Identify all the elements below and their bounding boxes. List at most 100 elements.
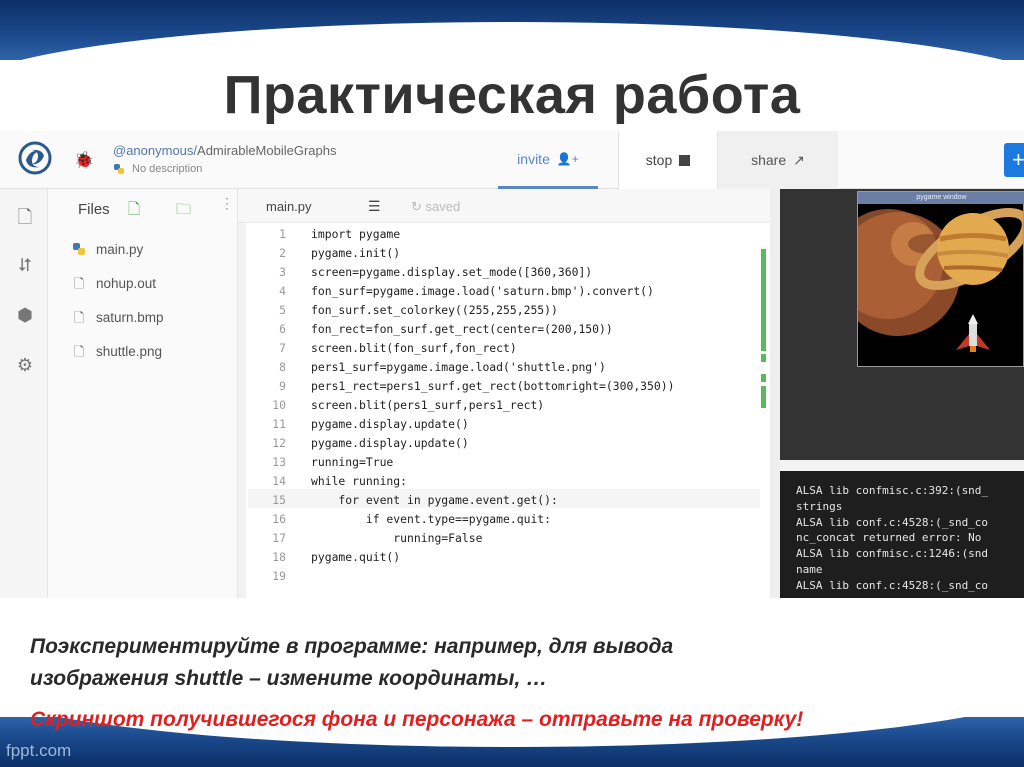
line-number: 6 <box>279 322 286 336</box>
file-item[interactable]: 🗋 nohup.out <box>72 275 156 292</box>
file-item[interactable]: 🗋 shuttle.png <box>72 343 162 360</box>
line-number: 7 <box>279 341 286 355</box>
code-line[interactable]: pygame.quit() <box>311 550 400 564</box>
line-number: 18 <box>272 550 286 564</box>
console-line: ALSA lib conf.c:4528:(_snd_co <box>796 578 989 592</box>
code-line[interactable]: screen=pygame.display.set_mode([360,360]… <box>311 265 592 279</box>
files-panel: Files 🗋 🗀 ⋮ main.py 🗋 nohup.out 🗋 saturn… <box>48 189 238 598</box>
line-number: 13 <box>272 455 286 469</box>
line-number: 12 <box>272 436 286 450</box>
file-icon: 🗋 <box>73 310 85 325</box>
editor-tab-bar: main.py ☰ ↻ saved <box>238 189 770 223</box>
splitter[interactable] <box>238 223 246 598</box>
python-icon <box>114 164 124 174</box>
files-icon[interactable]: 🗋 <box>14 205 36 227</box>
instruction-text: Поэкспериментируйте в программе: наприме… <box>30 631 673 695</box>
console-line: strings <box>796 499 843 513</box>
history-icon: ↻ <box>411 199 422 214</box>
code-line[interactable]: fon_rect=fon_surf.get_rect(center=(200,1… <box>311 322 613 336</box>
code-line[interactable]: fon_surf=pygame.image.load('saturn.bmp')… <box>311 284 654 298</box>
saved-status: ↻ saved <box>411 199 461 214</box>
code-line[interactable]: import pygame <box>311 227 400 241</box>
more-options-icon[interactable]: ⋮ <box>220 196 234 210</box>
line-number: 15 <box>272 493 286 507</box>
code-line[interactable]: pers1_rect=pers1_surf.get_rect(bottomrig… <box>311 379 674 393</box>
line-number: 1 <box>279 227 286 241</box>
stop-button[interactable]: stop <box>618 131 718 189</box>
change-marker <box>761 249 766 351</box>
pygame-window-title: pygame window <box>858 192 1024 204</box>
packages-icon[interactable]: ⬢ <box>14 305 36 327</box>
watermark: fppt.com <box>6 741 72 760</box>
change-marker <box>761 374 766 382</box>
code-editor[interactable]: main.py ☰ ↻ saved 1 import pygame 2 pygame.… <box>238 189 770 598</box>
console-line: ALSA lib confmisc.c:392:(snd_ <box>796 484 989 497</box>
code-line[interactable]: screen.blit(pers1_surf,pers1_rect) <box>311 398 544 412</box>
line-number: 16 <box>272 512 286 526</box>
pygame-window[interactable]: pygame window <box>857 191 1024 367</box>
console-line: ALSA lib conf.c:4528:(_snd_co <box>796 515 989 529</box>
console-line: ALSA lib confmisc.c:1246:(snd <box>796 547 989 561</box>
share-button[interactable]: share ↗ <box>718 131 838 189</box>
line-number: 3 <box>279 265 286 279</box>
add-file-icon[interactable]: 🗋 <box>128 199 140 224</box>
code-line[interactable]: pygame.init() <box>311 246 400 260</box>
settings-gear-icon[interactable]: ⚙ <box>14 355 36 377</box>
console-line: nc_concat returned error: No <box>796 531 982 545</box>
add-button[interactable]: + <box>1004 143 1024 177</box>
repl-header: 🐞 @anonymous/AdmirableMobileGraphs No de… <box>0 131 1024 189</box>
editor-scrollbar[interactable] <box>770 189 780 598</box>
line-number: 4 <box>279 284 286 298</box>
repl-name[interactable]: AdmirableMobileGraphs <box>197 143 336 158</box>
pygame-canvas <box>858 204 1023 366</box>
replit-screenshot: 🐞 @anonymous/AdmirableMobileGraphs No de… <box>0 131 1024 598</box>
add-user-icon: 👤+ <box>556 151 579 166</box>
files-header: Files <box>78 201 110 218</box>
line-number: 5 <box>279 303 286 317</box>
version-control-icon[interactable]: ⮃ <box>14 255 36 277</box>
replit-logo-icon[interactable] <box>18 141 52 175</box>
repl-description[interactable]: No description <box>132 163 202 175</box>
change-marker <box>761 386 766 408</box>
instruction-line: изображения shuttle – измените координат… <box>30 667 548 690</box>
code-line[interactable]: pygame.display.update() <box>311 436 469 450</box>
file-icon: 🗋 <box>73 276 85 291</box>
line-number: 17 <box>272 531 286 545</box>
line-number: 10 <box>272 398 286 412</box>
console-output[interactable]: ALSA lib confmisc.c:392:(snd_ strings AL… <box>780 471 1024 598</box>
stop-square-icon <box>679 154 691 166</box>
left-icon-bar: 🗋 ⮃ ⬢ ⚙ <box>0 189 48 598</box>
line-number: 2 <box>279 246 286 260</box>
tab-main-py[interactable]: main.py <box>266 199 312 214</box>
console-line: name <box>796 562 823 576</box>
code-line[interactable]: while running: <box>311 474 407 488</box>
code-line[interactable]: running=True <box>311 455 393 469</box>
format-icon[interactable]: ☰ <box>368 198 381 215</box>
code-line[interactable]: pygame.display.update() <box>311 417 469 431</box>
file-icon: 🗋 <box>73 344 85 359</box>
bug-avatar-icon[interactable]: 🐞 <box>74 150 94 170</box>
invite-button[interactable]: invite 👤+ <box>498 131 598 189</box>
file-item[interactable]: 🗋 saturn.bmp <box>72 309 164 326</box>
code-line[interactable]: pers1_surf=pygame.image.load('shuttle.pn… <box>311 360 606 374</box>
code-line[interactable]: for event in pygame.event.get(): <box>311 493 557 507</box>
python-icon <box>73 243 85 255</box>
code-line[interactable]: running=False <box>311 531 482 545</box>
add-folder-icon[interactable]: 🗀 <box>176 199 191 224</box>
task-text: Скриншот получившегося фона и персонажа … <box>30 708 804 731</box>
repl-title[interactable]: @anonymous/AdmirableMobileGraphs <box>113 143 336 158</box>
line-number: 8 <box>279 360 286 374</box>
instruction-line: Поэкспериментируйте в программе: наприме… <box>30 635 674 658</box>
line-number: 9 <box>279 379 286 393</box>
output-preview: pygame window <box>780 189 1024 460</box>
code-line[interactable]: if event.type==pygame.quit: <box>311 512 551 526</box>
code-line[interactable]: screen.blit(fon_surf,fon_rect) <box>311 341 517 355</box>
share-icon: ↗ <box>793 151 805 168</box>
line-number: 14 <box>272 474 286 488</box>
file-item[interactable]: main.py <box>72 241 143 257</box>
line-number: 11 <box>272 417 286 431</box>
change-marker <box>761 354 766 362</box>
line-number: 19 <box>272 569 286 583</box>
slide-title: Практическая работа <box>223 65 801 125</box>
code-line[interactable]: fon_surf.set_colorkey((255,255,255)) <box>311 303 558 317</box>
